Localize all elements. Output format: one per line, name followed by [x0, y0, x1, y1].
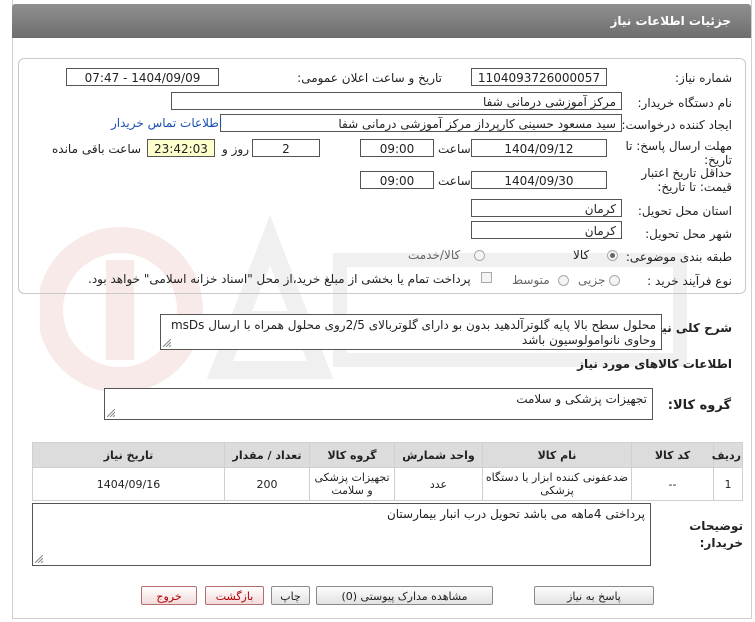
- description-textarea[interactable]: محلول سطح بالا پایه گلوترآلدهید بدون بو …: [160, 314, 662, 350]
- goods-group-value: تجهیزات پزشکی و سلامت: [516, 392, 647, 406]
- validity-time-label: ساعت: [438, 174, 471, 188]
- col-header: واحد شمارش: [394, 442, 483, 468]
- col-header: نام کالا: [482, 442, 632, 468]
- buyer-notes-text: پرداختی 4ماهه می باشد تحویل درب انبار بی…: [386, 507, 645, 521]
- col-header: ردیف: [712, 442, 743, 468]
- buyer-contact-link[interactable]: اطلاعات تماس خریدار: [111, 116, 222, 130]
- category-option-goods-service: کالا/خدمت: [408, 248, 461, 262]
- buyer-org-field[interactable]: مرکز آموزشی درمانی شفا: [171, 92, 622, 110]
- province-label: استان محل تحویل:: [637, 204, 732, 218]
- process-type-label: نوع فرآیند خرید :: [647, 274, 732, 288]
- resize-grip-icon[interactable]: [163, 339, 171, 347]
- province-field[interactable]: کرمان: [471, 199, 622, 217]
- table-row[interactable]: 1 -- ضدعفونی کننده ابزار یا دستگاه پزشکی…: [32, 467, 743, 501]
- process-radio-medium[interactable]: [558, 275, 569, 286]
- table-cell: 1: [713, 467, 743, 501]
- reply-time-label: ساعت: [438, 142, 471, 156]
- table-header-row: ردیف کد کالا نام کالا واحد شمارش گروه کا…: [32, 442, 743, 468]
- treasury-payment-note: پرداخت تمام یا بخشی از مبلغ خرید،از محل …: [88, 272, 471, 286]
- table-cell: ضدعفونی کننده ابزار یا دستگاه پزشکی: [482, 467, 632, 501]
- table-cell: --: [631, 467, 714, 501]
- category-radio-goods[interactable]: [607, 250, 618, 261]
- table-cell: 200: [224, 467, 310, 501]
- creator-field[interactable]: سید مسعود حسینی کارپرداز مرکز آموزشی درم…: [220, 114, 622, 132]
- need-number-field[interactable]: 1104093726000057: [471, 68, 607, 86]
- print-button[interactable]: چاپ: [271, 586, 310, 605]
- city-field[interactable]: کرمان: [471, 221, 622, 239]
- announce-datetime-field[interactable]: 1404/09/09 - 07:47: [66, 68, 219, 86]
- validity-date-field[interactable]: 1404/09/30: [471, 171, 607, 189]
- resize-grip-icon[interactable]: [35, 555, 43, 563]
- process-radio-minor[interactable]: [609, 275, 620, 286]
- page-header: جزئیات اطلاعات نیاز: [12, 4, 751, 38]
- table-cell: عدد: [394, 467, 483, 501]
- announce-datetime-label: تاریخ و ساعت اعلان عمومی:: [297, 71, 442, 85]
- reply-deadline-label: مهلت ارسال پاسخ: تا تاریخ:: [625, 139, 732, 167]
- reply-time-field[interactable]: 09:00: [360, 139, 434, 157]
- remaining-label: ساعت باقی مانده: [52, 142, 142, 156]
- goods-group-label: گروه کالا:: [667, 398, 731, 413]
- city-label: شهر محل تحویل:: [645, 227, 732, 241]
- category-option-goods: کالا: [573, 248, 590, 262]
- days-remaining-field[interactable]: 2: [252, 139, 320, 157]
- col-header: تاریخ نیاز: [32, 442, 225, 468]
- buyer-org-label: نام دستگاه خریدار:: [637, 96, 733, 110]
- col-header: کد کالا: [631, 442, 714, 468]
- page-title: جزئیات اطلاعات نیاز: [610, 14, 731, 28]
- buyer-notes-label: توضیحات خریدار:: [689, 519, 743, 550]
- remaining-time-field: 23:42:03: [147, 139, 215, 157]
- exit-button[interactable]: خروج: [141, 586, 197, 605]
- treasury-payment-checkbox[interactable]: [481, 272, 492, 283]
- resize-grip-icon[interactable]: [107, 409, 115, 417]
- goods-section-title: اطلاعات کالاهای مورد نیاز: [577, 357, 732, 371]
- category-radio-goods-service[interactable]: [474, 250, 485, 261]
- description-text: محلول سطح بالا پایه گلوترآلدهید بدون بو …: [170, 318, 656, 347]
- goods-group-field[interactable]: تجهیزات پزشکی و سلامت: [104, 388, 653, 420]
- need-number-label: شماره نیاز:: [675, 71, 732, 85]
- process-option-minor: جزیی: [578, 273, 606, 287]
- col-header: تعداد / مقدار: [224, 442, 310, 468]
- process-option-medium: متوسط: [512, 273, 550, 287]
- view-attachments-button[interactable]: مشاهده مدارک پیوستی (0): [316, 586, 493, 605]
- reply-date-field[interactable]: 1404/09/12: [471, 139, 607, 157]
- col-header: گروه کالا: [309, 442, 395, 468]
- goods-table: ردیف کد کالا نام کالا واحد شمارش گروه کا…: [32, 442, 743, 501]
- reply-button[interactable]: پاسخ به نیاز: [534, 586, 654, 605]
- creator-label: ایجاد کننده درخواست:: [621, 118, 732, 132]
- category-label: طبقه بندی موضوعی:: [625, 250, 732, 264]
- days-label: روز و: [222, 142, 249, 156]
- back-button[interactable]: بازگشت: [205, 586, 264, 605]
- validity-time-field[interactable]: 09:00: [360, 171, 434, 189]
- table-cell: 1404/09/16: [32, 467, 225, 501]
- table-cell: تجهیزات پزشکی و سلامت: [309, 467, 395, 501]
- buyer-notes-textarea[interactable]: پرداختی 4ماهه می باشد تحویل درب انبار بی…: [32, 503, 651, 566]
- price-validity-label: حداقل تاریخ اعتبار قیمت: تا تاریخ:: [641, 166, 732, 194]
